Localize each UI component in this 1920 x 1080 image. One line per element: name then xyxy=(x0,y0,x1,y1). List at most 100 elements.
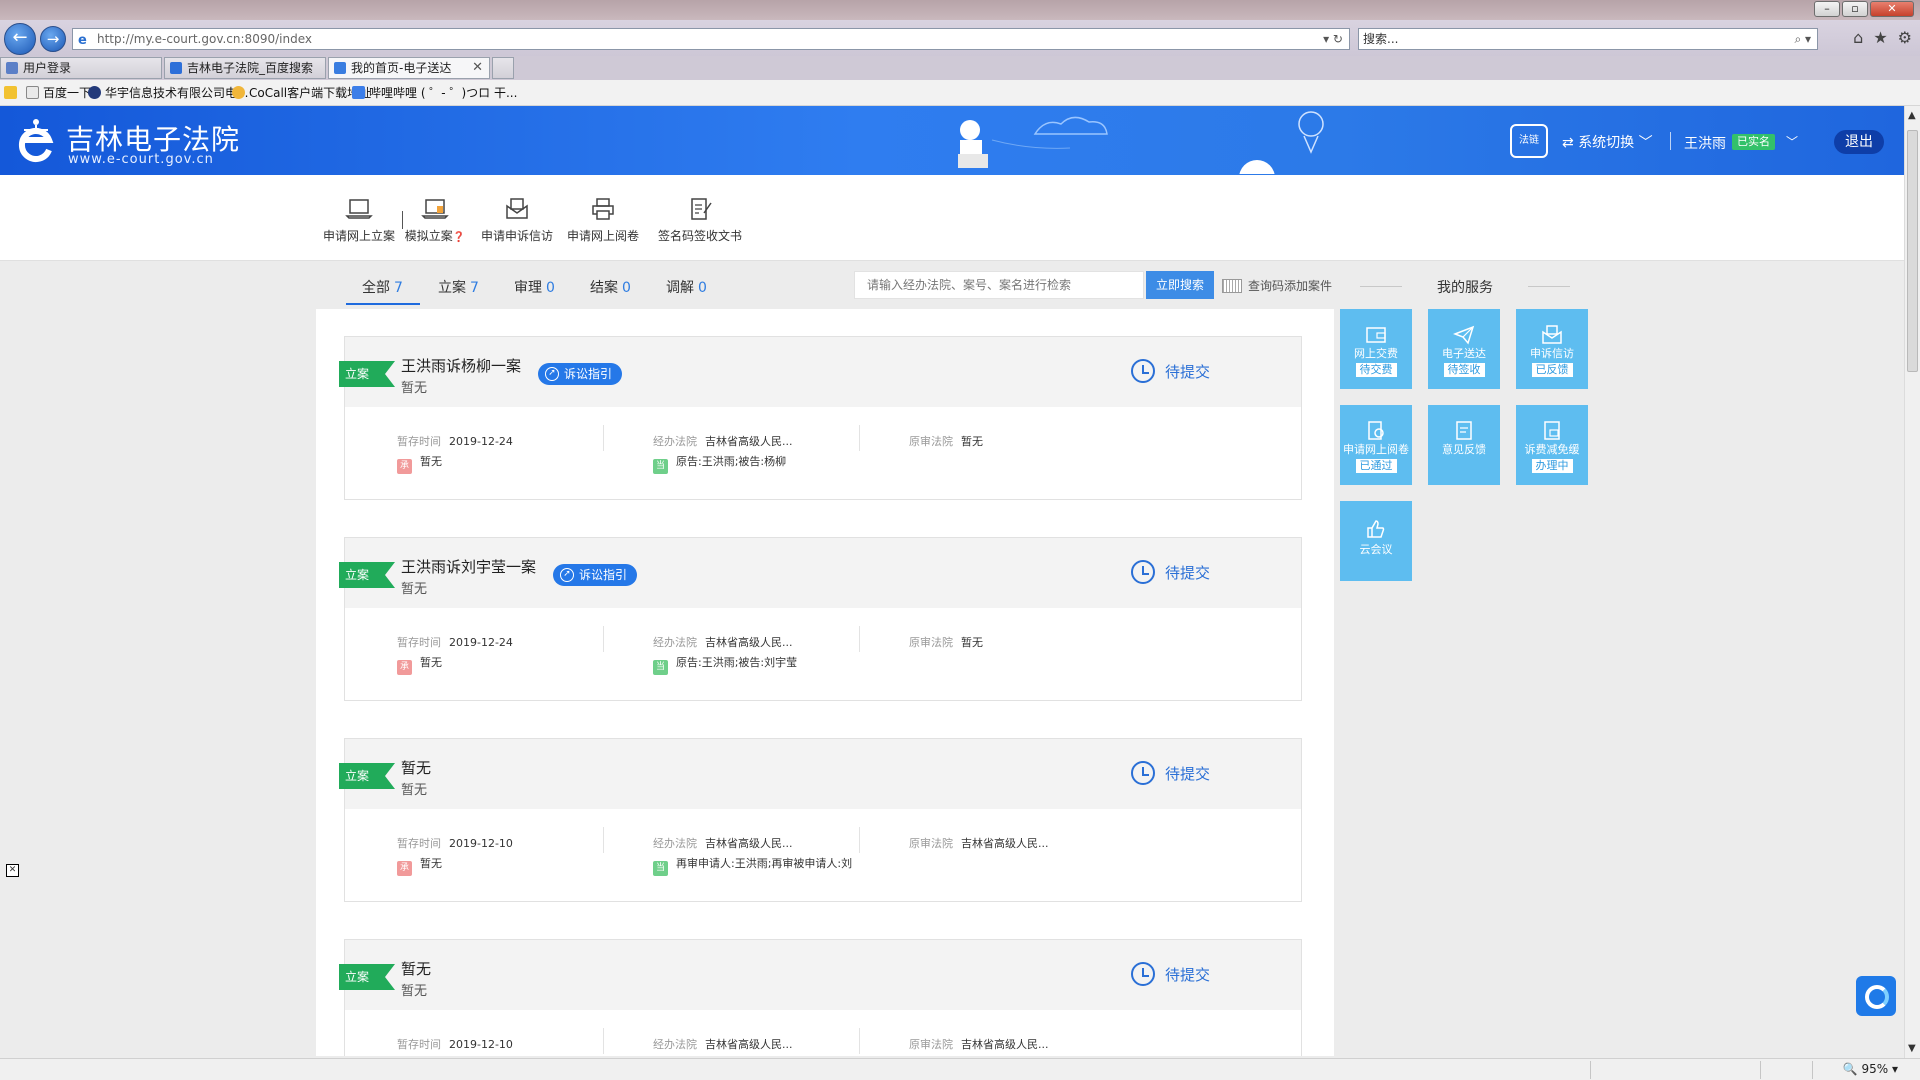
scroll-up-icon[interactable]: ▲ xyxy=(1908,110,1916,121)
sign-code-receive-button[interactable]: 签名码签收文书 xyxy=(652,197,748,244)
handling-court-field: 经办法院 吉林省高级人民... xyxy=(653,1036,793,1052)
browser-tab-login[interactable]: 用户登录 xyxy=(0,57,162,79)
field-value: 2019-12-10 xyxy=(449,837,513,850)
scroll-down-icon[interactable]: ▼ xyxy=(1908,1043,1916,1054)
service-online-review[interactable]: 申请网上阅卷 已通过 xyxy=(1340,405,1412,485)
tab-filing[interactable]: 立案 7 xyxy=(438,277,479,297)
site-header: 吉林电子法院 www.e-court.gov.cn 法链 ⇄ 系统切换 ﹀ 王洪… xyxy=(0,106,1904,175)
close-window-button[interactable]: ✕ xyxy=(1870,1,1914,17)
case-subtitle: 暂无 xyxy=(401,381,428,396)
favorite-link[interactable]: CoCall客户端下载地址 xyxy=(232,84,371,102)
case-card-header: 立案 王洪雨诉刘宇莹一案 暂无 ➚ 诉讼指引 待提交 xyxy=(339,538,1301,608)
favorites-star-icon[interactable] xyxy=(4,84,21,102)
home-icon[interactable]: ⌂ xyxy=(1853,28,1863,47)
case-card[interactable]: 立案 王洪雨诉杨柳一案 暂无 ➚ 诉讼指引 待提交 暂存时间 2019-12-24 … xyxy=(339,336,1302,500)
scrollbar-thumb[interactable] xyxy=(1907,130,1918,372)
field-value: 暂无 xyxy=(420,656,442,669)
search-now-button[interactable]: 立即搜索 xyxy=(1146,271,1214,299)
back-button[interactable]: ← xyxy=(4,23,36,55)
service-badge: 办理中 xyxy=(1531,459,1573,473)
maximize-button[interactable]: ▫ xyxy=(1842,1,1868,17)
field-value: 2019-12-10 xyxy=(449,1038,513,1051)
username[interactable]: 王洪雨 xyxy=(1684,133,1726,153)
baidu-paw-icon xyxy=(170,62,182,74)
refresh-icon[interactable]: ▾ ↻ xyxy=(1323,29,1343,49)
favorite-link[interactable]: 百度一下 xyxy=(26,84,91,102)
field-value: 吉林省高级人民... xyxy=(961,1038,1049,1051)
saved-time-field: 暂存时间 2019-12-24 xyxy=(397,634,513,650)
case-status[interactable]: 待提交 xyxy=(1131,560,1210,586)
browser-toolbar-icons: ⌂ ★ ⚙ xyxy=(1853,28,1912,47)
field-label: 经办法院 xyxy=(653,1038,697,1051)
user-menu-chevron-icon[interactable]: ﹀ xyxy=(1786,133,1798,150)
simulate-filing-button[interactable]: 模拟立案❓ xyxy=(390,197,480,244)
case-card[interactable]: 立案 暂无 暂无 待提交 暂存时间 2019-12-10 经办法院 吉林省高级人民.… xyxy=(339,939,1302,1056)
tool-label: 申请网上阅卷 xyxy=(566,229,639,243)
case-tag: 立案 xyxy=(339,763,395,789)
litigation-guide-button[interactable]: ➚ 诉讼指引 xyxy=(538,363,623,385)
parties-icon: 当 xyxy=(653,660,668,675)
parties-icon: 当 xyxy=(653,861,668,876)
new-tab-button[interactable] xyxy=(492,57,514,79)
litigation-guide-button[interactable]: ➚ 诉讼指引 xyxy=(553,564,638,586)
falian-logo-icon[interactable]: 法链 xyxy=(1510,124,1548,158)
active-tab-underline xyxy=(346,303,420,305)
handler-icon: 承 xyxy=(397,861,412,876)
browser-tab-baidu[interactable]: 吉林电子法院_百度搜索 xyxy=(164,57,326,79)
forward-button[interactable]: → xyxy=(40,26,66,52)
clock-icon xyxy=(1131,560,1155,584)
case-status[interactable]: 待提交 xyxy=(1131,359,1210,385)
apply-petition-button[interactable]: 申请申诉信访 xyxy=(472,197,562,244)
status-label: 待提交 xyxy=(1165,966,1211,984)
address-bar[interactable]: e http://my.e-court.gov.cn:8090/index ▾ … xyxy=(72,28,1350,50)
system-switch-dropdown[interactable]: ⇄ 系统切换 ﹀ xyxy=(1562,132,1653,152)
envelope-doc-icon xyxy=(1542,325,1562,344)
service-feedback[interactable]: 意见反馈 xyxy=(1428,405,1500,485)
search-icon[interactable]: ⌕ ▾ xyxy=(1794,29,1811,49)
field-value: 原告:王洪雨;被告:杨柳 xyxy=(676,455,787,468)
service-online-payment[interactable]: 网上交费 待交费 xyxy=(1340,309,1412,389)
favorite-link[interactable]: 华宇信息技术有限公司电... xyxy=(88,84,248,102)
floating-chat-icon[interactable] xyxy=(1856,976,1896,1016)
case-list-panel: 立案 王洪雨诉杨柳一案 暂无 ➚ 诉讼指引 待提交 暂存时间 2019-12-24 … xyxy=(316,309,1334,1056)
apply-online-review-button[interactable]: 申请网上阅卷 xyxy=(558,197,648,244)
case-card[interactable]: 立案 王洪雨诉刘宇莹一案 暂无 ➚ 诉讼指引 待提交 暂存时间 2019-12-24… xyxy=(339,537,1302,701)
tab-closed[interactable]: 结案 0 xyxy=(590,277,631,297)
case-card[interactable]: 立案 暂无 暂无 待提交 暂存时间 2019-12-10 承暂无 经办法院 吉林省高… xyxy=(339,738,1302,902)
tab-all[interactable]: 全部 7 xyxy=(362,277,403,297)
service-electronic-delivery[interactable]: 电子送达 待签收 xyxy=(1428,309,1500,389)
case-status[interactable]: 待提交 xyxy=(1131,761,1210,787)
service-cloud-meeting[interactable]: 云会议 xyxy=(1340,501,1412,581)
page-scrollbar[interactable]: ▲ ▼ xyxy=(1904,106,1920,1058)
case-title[interactable]: 暂无 xyxy=(401,958,431,979)
case-search-input[interactable]: 请输入经办法院、案号、案名进行检索 xyxy=(854,271,1144,299)
service-label: 申请网上阅卷 xyxy=(1343,443,1409,456)
tab-mediation[interactable]: 调解 0 xyxy=(666,277,707,297)
handling-court-field: 经办法院 吉林省高级人民... xyxy=(653,433,793,449)
favorites-star-icon[interactable]: ★ xyxy=(1873,28,1887,47)
case-status[interactable]: 待提交 xyxy=(1131,962,1210,988)
handler-field: 承暂无 xyxy=(397,453,442,474)
settings-gear-icon[interactable]: ⚙ xyxy=(1898,28,1912,47)
handler-field: 承暂无 xyxy=(397,855,442,876)
tool-label: 模拟立案 xyxy=(404,229,453,243)
browser-tab-home[interactable]: 我的首页-电子送达 ✕ xyxy=(328,57,490,79)
court-logo-icon[interactable] xyxy=(16,116,56,164)
logout-button[interactable]: 退出 xyxy=(1834,130,1884,154)
case-title[interactable]: 王洪雨诉刘宇莹一案 xyxy=(401,556,536,577)
case-tag: 立案 xyxy=(339,562,395,588)
tab-trial[interactable]: 审理 0 xyxy=(514,277,555,297)
case-title[interactable]: 王洪雨诉杨柳一案 xyxy=(401,355,521,376)
service-petition[interactable]: 申诉信访 已反馈 xyxy=(1516,309,1588,389)
browser-search-input[interactable]: 搜索... ⌕ ▾ xyxy=(1358,28,1818,50)
favorite-link[interactable]: 哔哩哔哩 ( ゜- ゜)つロ 干... xyxy=(352,84,517,102)
saved-time-field: 暂存时间 2019-12-24 xyxy=(397,433,513,449)
side-close-icon[interactable]: ✕ xyxy=(6,864,19,877)
case-title[interactable]: 暂无 xyxy=(401,757,431,778)
help-icon[interactable]: ❓ xyxy=(453,232,465,243)
zoom-control[interactable]: 🔍 95% ▾ xyxy=(1843,1062,1898,1076)
tab-close-icon[interactable]: ✕ xyxy=(472,58,483,78)
service-fee-reduction[interactable]: 诉费减免缓 办理中 xyxy=(1516,405,1588,485)
query-code-add-case-link[interactable]: 查询码添加案件 xyxy=(1222,277,1332,294)
minimize-button[interactable]: – xyxy=(1814,1,1840,17)
